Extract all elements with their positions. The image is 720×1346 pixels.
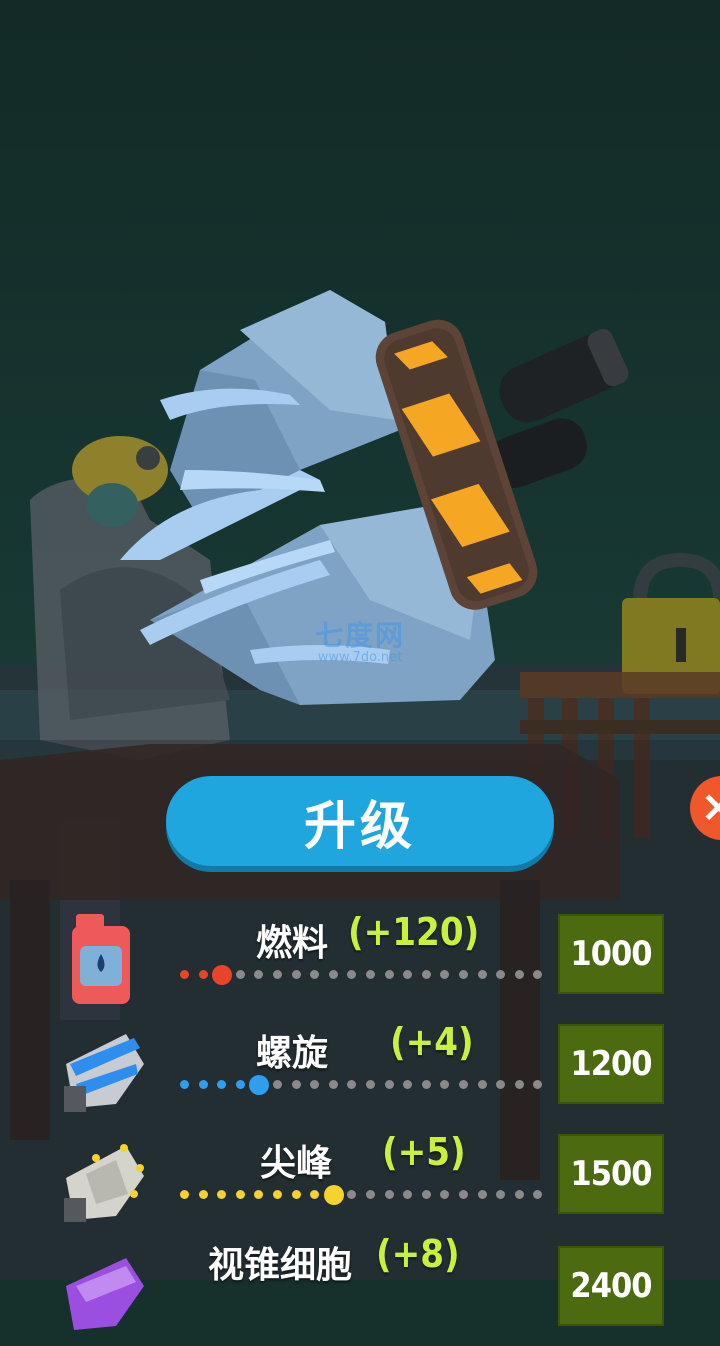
level-dot [477, 1080, 487, 1089]
upgrade-row-spiral: 螺旋 (+4) 1200 [0, 1020, 720, 1134]
level-dot [533, 1080, 543, 1089]
level-dot [180, 1080, 189, 1089]
buy-button-cone[interactable]: 2400 [558, 1246, 664, 1326]
level-dot [212, 965, 233, 985]
level-dot [310, 1080, 320, 1089]
level-dot [384, 970, 394, 979]
level-dot [440, 1080, 450, 1089]
level-dot [235, 1080, 245, 1089]
level-dot [403, 1080, 413, 1089]
level-dot [477, 970, 487, 979]
level-dot [403, 1190, 413, 1199]
level-dot [459, 1080, 468, 1089]
level-dot [496, 1080, 506, 1089]
level-dot [254, 1190, 264, 1199]
upgrade-row-spike: 尖峰 (+5) 1500 [0, 1130, 720, 1244]
close-icon: × [700, 781, 720, 832]
level-dot [347, 1190, 357, 1199]
level-dot [291, 1080, 301, 1089]
upgrade-row-cone: 视锥细胞 (+8) 2400 [0, 1232, 720, 1346]
upgrade-button-label: 升级 [303, 796, 416, 857]
level-dot [254, 970, 264, 979]
level-dot [273, 1080, 282, 1089]
level-dot [347, 1080, 357, 1089]
level-progress [176, 962, 546, 988]
level-dot [459, 1190, 468, 1199]
level-dot [496, 970, 506, 979]
level-dot [328, 970, 338, 979]
level-dot [459, 970, 468, 979]
fuel-can-icon [72, 914, 130, 1004]
price-label: 1000 [570, 934, 652, 974]
level-dot [235, 970, 245, 979]
cone-drill-icon [66, 1258, 144, 1330]
level-dot [310, 1190, 320, 1199]
level-dot [249, 1075, 270, 1095]
level-dot [198, 970, 208, 979]
price-label: 1200 [570, 1044, 652, 1084]
price-label: 2400 [570, 1266, 652, 1306]
level-dot [533, 1190, 543, 1199]
level-progress [176, 1072, 546, 1098]
level-dot [291, 970, 301, 979]
level-dot [440, 1190, 450, 1199]
level-dot [310, 970, 320, 979]
upgrade-name: 燃料 [256, 923, 329, 964]
spike-drill-icon [64, 1144, 144, 1222]
level-dot [440, 970, 450, 979]
level-dot [217, 1190, 227, 1199]
level-dot [366, 1080, 375, 1089]
upgrade-bonus: (+120) [348, 910, 480, 954]
upgrade-bonus: (+8) [376, 1232, 460, 1276]
upgrade-name: 螺旋 [256, 1033, 329, 1074]
level-dot [514, 1080, 524, 1089]
level-dot [477, 1190, 487, 1199]
upgrade-row-fuel: 燃料 (+120) 1000 [0, 910, 720, 1024]
upgrade-name: 尖峰 [260, 1143, 333, 1184]
level-dot [496, 1190, 506, 1199]
level-dot [235, 1190, 245, 1199]
spiral-drill-icon [64, 1034, 144, 1112]
level-progress [176, 1182, 546, 1208]
level-dot [533, 970, 543, 979]
level-dot [421, 1080, 431, 1089]
level-dot [347, 970, 357, 979]
level-dot [323, 1185, 344, 1205]
level-dot [514, 970, 524, 979]
level-dot [421, 970, 431, 979]
upgrade-button[interactable]: 升级 [166, 776, 554, 866]
level-dot [273, 1190, 282, 1199]
buy-button-spike[interactable]: 1500 [558, 1134, 664, 1214]
level-dot [514, 1190, 524, 1199]
level-dot [198, 1190, 208, 1199]
upgrade-bonus: (+5) [382, 1130, 466, 1174]
level-dot [180, 1190, 189, 1199]
upgrade-bonus: (+4) [390, 1020, 474, 1064]
level-dot [384, 1080, 394, 1089]
buy-button-spiral[interactable]: 1200 [558, 1024, 664, 1104]
price-label: 1500 [570, 1154, 652, 1194]
level-dot [366, 970, 375, 979]
level-dot [384, 1190, 394, 1199]
level-dot [421, 1190, 431, 1199]
level-dot [198, 1080, 208, 1089]
upgrade-name: 视锥细胞 [208, 1245, 353, 1286]
level-dot [366, 1190, 375, 1199]
level-dot [180, 970, 189, 979]
level-dot [328, 1080, 338, 1089]
level-dot [403, 970, 413, 979]
level-dot [273, 970, 282, 979]
level-dot [291, 1190, 301, 1199]
buy-button-fuel[interactable]: 1000 [558, 914, 664, 994]
level-dot [217, 1080, 227, 1089]
